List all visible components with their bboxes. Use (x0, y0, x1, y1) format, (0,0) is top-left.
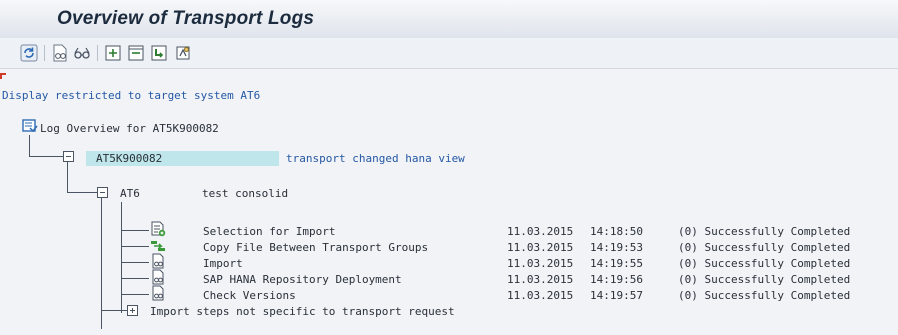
step-date: 11.03.2015 (507, 241, 574, 254)
step-date: 11.03.2015 (507, 289, 574, 302)
display-icon[interactable] (51, 44, 69, 62)
toolbar-separator (97, 45, 98, 61)
step-time: 14:18:50 (590, 225, 643, 238)
import-icon[interactable] (150, 44, 168, 62)
system-description: test consolid (202, 187, 289, 200)
step-name[interactable]: Selection for Import (203, 225, 335, 238)
tree-connector (101, 310, 127, 311)
step-name[interactable]: Check Versions (203, 289, 296, 302)
tree-connector (67, 161, 68, 192)
restriction-info: Display restricted to target system AT6 (2, 89, 261, 102)
glasses-icon[interactable] (73, 44, 91, 62)
settings-icon[interactable] (174, 44, 192, 62)
step-status: (0) Successfully Completed (678, 289, 851, 302)
tree-connector (121, 294, 149, 295)
log-overview-area: Display restricted to target system AT6 … (0, 69, 898, 335)
toolbar-separator (44, 45, 45, 61)
log-overview-icon (22, 119, 38, 133)
focus-marker (0, 73, 2, 79)
request-id[interactable]: AT5K900082 (96, 152, 162, 165)
tree-connector (121, 246, 149, 247)
log-document-icon (152, 269, 164, 285)
tree-connector (67, 192, 97, 193)
tree-connector (121, 202, 122, 313)
tree-connector (121, 230, 149, 231)
log-document-icon (152, 285, 164, 301)
page-title: Overview of Transport Logs (57, 8, 315, 29)
copy-file-icon (151, 241, 165, 251)
refresh-icon[interactable] (20, 44, 38, 62)
step-status: (0) Successfully Completed (678, 225, 851, 238)
tree-connector (29, 156, 63, 157)
step-name[interactable]: Import (203, 257, 243, 270)
step-date: 11.03.2015 (507, 273, 574, 286)
tree-connector (121, 278, 149, 279)
request-description: transport changed hana view (286, 152, 465, 165)
step-name[interactable]: SAP HANA Repository Deployment (203, 273, 402, 286)
title-bar: Overview of Transport Logs (0, 0, 898, 39)
step-time: 14:19:53 (590, 241, 643, 254)
step-time: 14:19:55 (590, 257, 643, 270)
step-date: 11.03.2015 (507, 257, 574, 270)
tree-connector (121, 262, 149, 263)
collapse-icon[interactable] (127, 44, 145, 62)
step-name[interactable]: Copy File Between Transport Groups (203, 241, 428, 254)
tree-root-label[interactable]: Log Overview for AT5K900082 (40, 122, 219, 135)
non-request-steps-node[interactable]: Import steps not specific to transport r… (150, 305, 455, 318)
step-time: 14:19:56 (590, 273, 643, 286)
expand-node-icon[interactable] (127, 305, 138, 316)
step-time: 14:19:57 (590, 289, 643, 302)
step-status: (0) Successfully Completed (678, 257, 851, 270)
system-id[interactable]: AT6 (120, 187, 140, 200)
expand-icon[interactable] (104, 44, 122, 62)
tree-connector (29, 135, 30, 156)
step-status: (0) Successfully Completed (678, 241, 851, 254)
selection-icon (151, 221, 166, 237)
collapse-node-icon[interactable] (63, 151, 74, 162)
step-date: 11.03.2015 (507, 225, 574, 238)
collapse-node-icon[interactable] (97, 187, 108, 198)
application-toolbar (0, 38, 898, 69)
step-status: (0) Successfully Completed (678, 273, 851, 286)
log-document-icon (152, 253, 164, 269)
